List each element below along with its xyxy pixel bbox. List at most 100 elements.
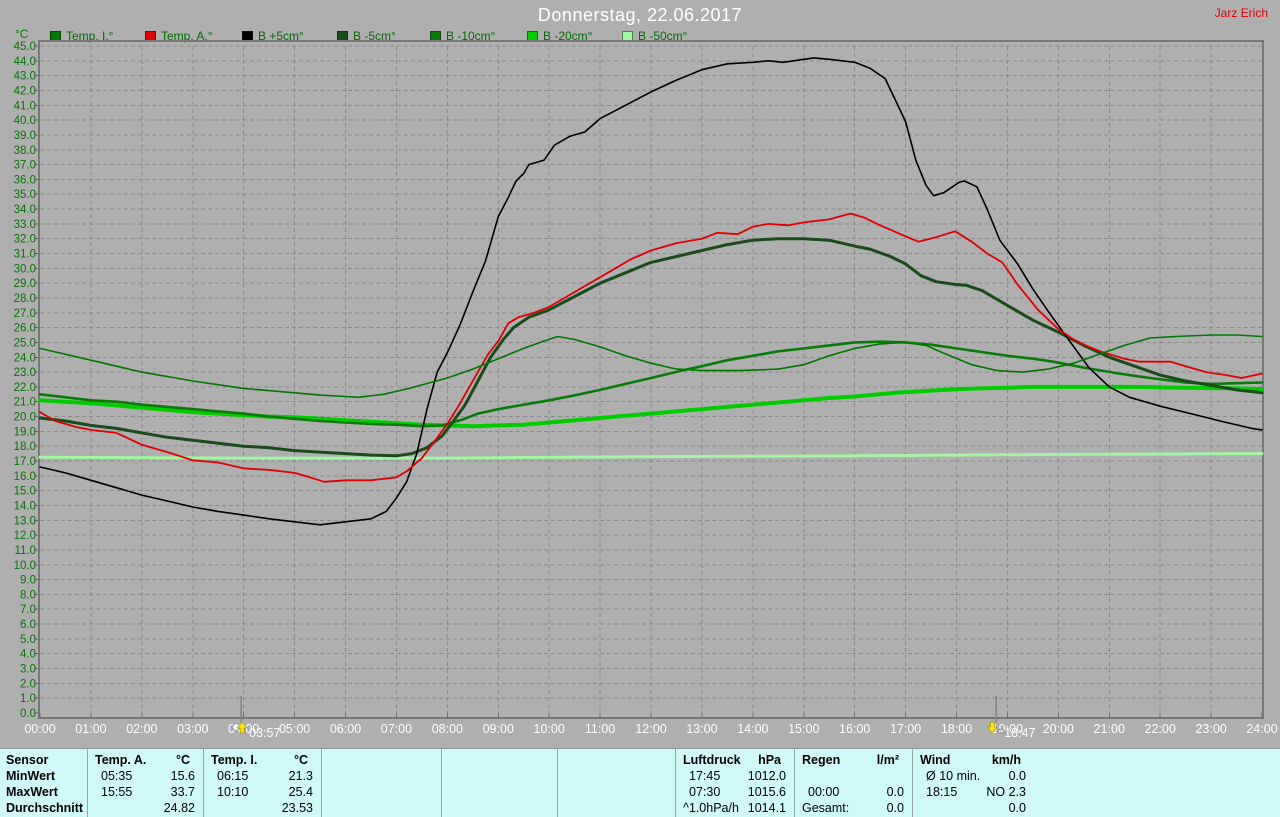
svg-text:23.0: 23.0 <box>14 367 36 379</box>
svg-text:12:00: 12:00 <box>635 722 666 736</box>
cell-value: 21.3 <box>289 768 313 784</box>
temperature-chart: 0.01.02.03.04.05.06.07.08.09.010.011.012… <box>0 0 1280 748</box>
column-unit: °C <box>294 752 308 768</box>
cell-value: NO 2.3 <box>986 784 1026 800</box>
svg-text:43.0: 43.0 <box>14 71 36 83</box>
svg-text:15:00: 15:00 <box>788 722 819 736</box>
sensor-summary-table: SensorMinWertMaxWertDurchschnittTemp. A.… <box>0 748 1280 817</box>
table-filler <box>1035 749 1279 817</box>
svg-text:21.0: 21.0 <box>14 397 36 409</box>
cell-value: 15.6 <box>171 768 195 784</box>
svg-text:33.0: 33.0 <box>14 219 36 231</box>
svg-text:00:00: 00:00 <box>24 722 55 736</box>
axis-ticks <box>34 46 1262 719</box>
cell-time: 15:55 <box>101 784 132 800</box>
svg-text:6.0: 6.0 <box>20 619 36 631</box>
weather-app-window: Donnerstag, 22.06.2017 Jarz Erich °C Tem… <box>0 0 1280 817</box>
svg-text:4.0: 4.0 <box>20 649 36 661</box>
svg-text:37.0: 37.0 <box>14 160 36 172</box>
svg-text:40.0: 40.0 <box>14 115 36 127</box>
table-group-empty <box>322 749 442 817</box>
row-label: Sensor <box>0 752 87 768</box>
svg-text:39.0: 39.0 <box>14 130 36 142</box>
svg-text:22:00: 22:00 <box>1145 722 1176 736</box>
svg-text:31.0: 31.0 <box>14 249 36 261</box>
svg-text:30.0: 30.0 <box>14 263 36 275</box>
cell-value: 33.7 <box>171 784 195 800</box>
svg-text:3.0: 3.0 <box>20 664 36 676</box>
table-group-temp-a-: Temp. A. °C 05:35 15.6 15:55 33.724.82 <box>88 749 204 817</box>
cell-value: 0.0 <box>1009 768 1026 784</box>
svg-text:1.0: 1.0 <box>20 693 36 705</box>
cell-time: 18:15 <box>926 784 957 800</box>
cell-value: 0.0 <box>887 800 904 816</box>
sun-marker-time: 18:47 <box>1004 726 1035 740</box>
x-axis-labels: 00:0001:0002:0003:0004:0005:0006:0007:00… <box>24 722 1277 736</box>
svg-text:24:00: 24:00 <box>1246 722 1277 736</box>
svg-text:5.0: 5.0 <box>20 634 36 646</box>
svg-text:20:00: 20:00 <box>1043 722 1074 736</box>
svg-text:7.0: 7.0 <box>20 604 36 616</box>
svg-text:22.0: 22.0 <box>14 382 36 394</box>
table-group-temp-i-: Temp. I.°C06:1521.310:1025.423.53 <box>204 749 322 817</box>
cell-time: ^1.0hPa/h <box>683 800 739 816</box>
svg-text:14.0: 14.0 <box>14 500 36 512</box>
svg-text:08:00: 08:00 <box>432 722 463 736</box>
svg-text:24.0: 24.0 <box>14 352 36 364</box>
svg-text:11.0: 11.0 <box>14 545 36 557</box>
cell-time: 00:00 <box>808 784 839 800</box>
column-unit: °C <box>176 752 190 768</box>
cell-time: 17:45 <box>689 768 720 784</box>
svg-text:34.0: 34.0 <box>14 204 36 216</box>
svg-text:10.0: 10.0 <box>14 560 36 572</box>
y-axis-labels: 0.01.02.03.04.05.06.07.08.09.010.011.012… <box>14 41 36 720</box>
column-header: Temp. A. <box>95 752 146 768</box>
table-group-regen: Regenl/m²00:000.0Gesamt:0.0 <box>795 749 913 817</box>
svg-text:8.0: 8.0 <box>20 589 36 601</box>
svg-text:23:00: 23:00 <box>1195 722 1226 736</box>
svg-text:16.0: 16.0 <box>14 471 36 483</box>
svg-text:10:00: 10:00 <box>534 722 565 736</box>
table-group-wind: Windkm/hØ 10 min.0.018:15NO 2.30.0 <box>913 749 1034 817</box>
cell-time: 05:35 <box>101 768 132 784</box>
svg-text:13:00: 13:00 <box>686 722 717 736</box>
table-group-luftdruck: LuftdruckhPa17:451012.007:301015.6^1.0hP… <box>676 749 795 817</box>
svg-text:29.0: 29.0 <box>14 278 36 290</box>
row-label: MinWert <box>0 768 87 784</box>
column-header: Wind <box>920 752 950 768</box>
svg-text:12.0: 12.0 <box>14 530 36 542</box>
table-group-empty <box>558 749 676 817</box>
table-row-labels-column: SensorMinWertMaxWertDurchschnitt <box>0 749 88 817</box>
cell-value: 24.82 <box>164 800 195 816</box>
svg-text:09:00: 09:00 <box>483 722 514 736</box>
cell-value: 0.0 <box>1009 800 1026 816</box>
svg-text:02:00: 02:00 <box>126 722 157 736</box>
svg-text:18:00: 18:00 <box>941 722 972 736</box>
svg-text:42.0: 42.0 <box>14 85 36 97</box>
svg-text:44.0: 44.0 <box>14 56 36 68</box>
table-group-empty <box>442 749 558 817</box>
cell-time: Gesamt: <box>802 800 849 816</box>
svg-text:20.0: 20.0 <box>14 412 36 424</box>
svg-text:26.0: 26.0 <box>14 323 36 335</box>
svg-text:03:00: 03:00 <box>177 722 208 736</box>
cell-time: 10:10 <box>217 784 248 800</box>
row-label: MaxWert <box>0 784 87 800</box>
svg-text:01:00: 01:00 <box>75 722 106 736</box>
svg-text:15.0: 15.0 <box>14 486 36 498</box>
cell-time: 06:15 <box>217 768 248 784</box>
svg-text:05:00: 05:00 <box>279 722 310 736</box>
column-unit: hPa <box>758 752 781 768</box>
svg-text:28.0: 28.0 <box>14 293 36 305</box>
svg-text:38.0: 38.0 <box>14 145 36 157</box>
svg-text:19.0: 19.0 <box>14 426 36 438</box>
column-header: Temp. I. <box>211 752 257 768</box>
svg-text:13.0: 13.0 <box>14 515 36 527</box>
svg-text:9.0: 9.0 <box>20 575 36 587</box>
svg-text:32.0: 32.0 <box>14 234 36 246</box>
svg-text:14:00: 14:00 <box>737 722 768 736</box>
svg-text:35.0: 35.0 <box>14 189 36 201</box>
svg-text:25.0: 25.0 <box>14 337 36 349</box>
svg-text:11:00: 11:00 <box>585 722 615 736</box>
cell-value: 1014.1 <box>748 800 786 816</box>
